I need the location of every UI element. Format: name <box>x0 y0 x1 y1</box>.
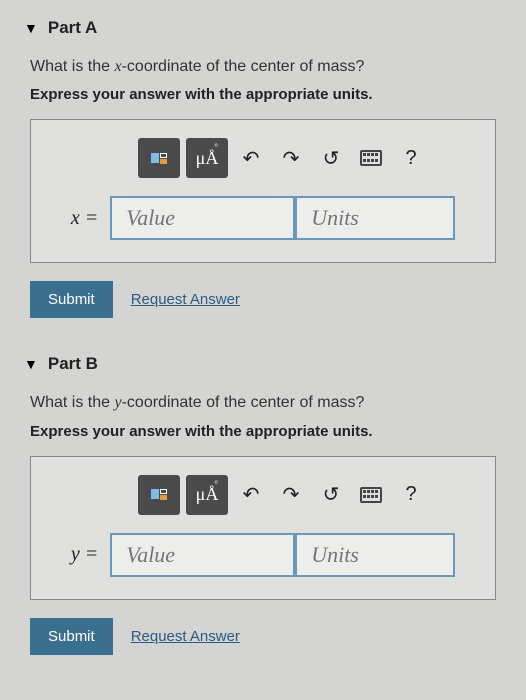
request-answer-link[interactable]: Request Answer <box>131 628 240 645</box>
reset-icon: ↺ <box>323 146 340 171</box>
part-a-input-row: x = <box>49 196 477 240</box>
redo-icon: ↷ <box>283 482 300 507</box>
help-button[interactable]: ? <box>394 141 428 175</box>
units-input[interactable] <box>295 533 455 577</box>
units-button[interactable]: μÅ ° <box>186 138 228 178</box>
collapse-icon: ▼ <box>24 356 38 372</box>
redo-icon: ↷ <box>283 146 300 171</box>
undo-icon: ↶ <box>243 482 260 507</box>
part-b-toolbar: μÅ ° ↶ ↷ ↺ ? <box>49 475 477 515</box>
part-b-var-label: y = <box>71 533 110 577</box>
template-button[interactable] <box>138 138 180 178</box>
submit-button[interactable]: Submit <box>30 618 113 655</box>
redo-button[interactable]: ↷ <box>274 141 308 175</box>
part-a-header[interactable]: ▼ Part A <box>24 18 502 38</box>
part-b-answer-box: μÅ ° ↶ ↷ ↺ ? y = <box>30 456 496 600</box>
reset-button[interactable]: ↺ <box>314 141 348 175</box>
reset-icon: ↺ <box>323 482 340 507</box>
undo-icon: ↶ <box>243 146 260 171</box>
keyboard-button[interactable] <box>354 478 388 512</box>
keyboard-icon <box>360 150 382 166</box>
part-a-answer-box: μÅ ° ↶ ↷ ↺ ? x = <box>30 119 496 263</box>
ring-accent-icon: ° <box>214 479 218 489</box>
part-b-instruction: Express your answer with the appropriate… <box>30 423 502 440</box>
part-a-actions: Submit Request Answer <box>30 281 502 318</box>
units-button[interactable]: μÅ ° <box>186 475 228 515</box>
undo-button[interactable]: ↶ <box>234 478 268 512</box>
template-icon <box>151 153 167 164</box>
part-b-section: ▼ Part B What is the y-coordinate of the… <box>0 336 526 672</box>
part-b-question: What is the y-coordinate of the center o… <box>30 392 502 414</box>
value-input[interactable] <box>110 533 295 577</box>
template-button[interactable] <box>138 475 180 515</box>
keyboard-icon <box>360 487 382 503</box>
submit-button[interactable]: Submit <box>30 281 113 318</box>
part-a-var-label: x = <box>71 196 110 240</box>
keyboard-button[interactable] <box>354 141 388 175</box>
part-b-header[interactable]: ▼ Part B <box>24 354 502 374</box>
collapse-icon: ▼ <box>24 20 38 36</box>
template-icon <box>151 489 167 500</box>
part-b-title: Part B <box>48 354 98 374</box>
part-b-actions: Submit Request Answer <box>30 618 502 655</box>
help-icon: ? <box>405 483 416 506</box>
part-a-question: What is the x-coordinate of the center o… <box>30 56 502 78</box>
help-icon: ? <box>405 147 416 170</box>
value-input[interactable] <box>110 196 295 240</box>
units-input[interactable] <box>295 196 455 240</box>
undo-button[interactable]: ↶ <box>234 141 268 175</box>
part-a-title: Part A <box>48 18 97 38</box>
redo-button[interactable]: ↷ <box>274 478 308 512</box>
help-button[interactable]: ? <box>394 478 428 512</box>
part-a-instruction: Express your answer with the appropriate… <box>30 86 502 103</box>
part-b-input-row: y = <box>49 533 477 577</box>
ring-accent-icon: ° <box>214 142 218 152</box>
part-a-section: ▼ Part A What is the x-coordinate of the… <box>0 0 526 336</box>
reset-button[interactable]: ↺ <box>314 478 348 512</box>
request-answer-link[interactable]: Request Answer <box>131 291 240 308</box>
part-a-toolbar: μÅ ° ↶ ↷ ↺ ? <box>49 138 477 178</box>
